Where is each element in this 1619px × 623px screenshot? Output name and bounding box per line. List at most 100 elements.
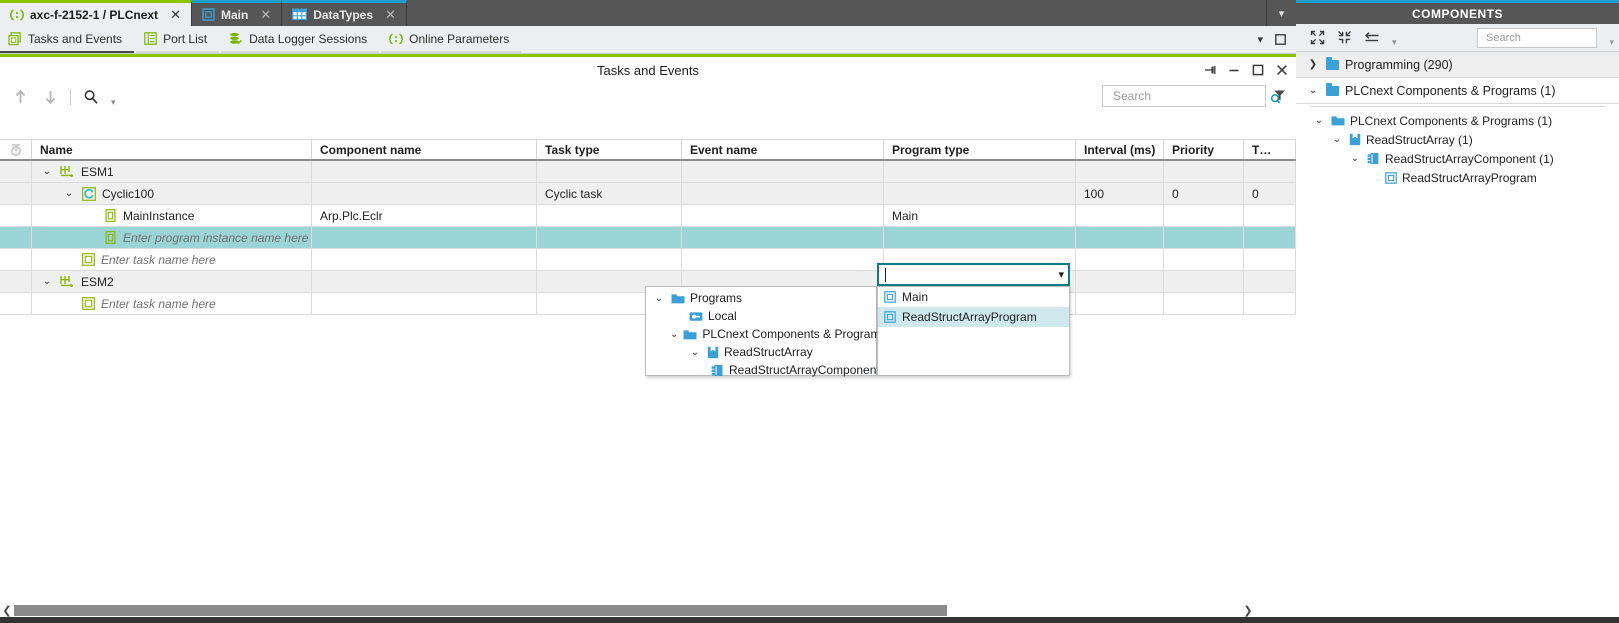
cell-component-name[interactable] [312, 227, 537, 249]
cell-event-name[interactable] [682, 227, 884, 249]
chevron-down-icon[interactable]: ⌄ [1306, 85, 1320, 96]
chevron-down-icon[interactable]: ⌄ [1312, 115, 1326, 126]
dropdown-option-main[interactable]: Main [878, 287, 1069, 307]
table-row[interactable]: Enter task name here [0, 249, 1296, 271]
search-icon[interactable] [81, 87, 101, 107]
subbar-chevron-down-icon[interactable]: ▾ [1257, 33, 1263, 46]
tree-popup-item[interactable]: ⌄ Programs [646, 289, 876, 307]
cell-truncated[interactable]: 0 [1244, 183, 1296, 205]
cell-interval[interactable] [1076, 249, 1164, 271]
cell-task-type[interactable] [537, 227, 682, 249]
cell-component-name[interactable] [312, 249, 537, 271]
components-toolbar-overflow-chevron-down-icon[interactable]: ▾ [1609, 37, 1614, 48]
tree-popup-item[interactable]: ⌄ ReadStructArray [646, 343, 876, 361]
cell-name[interactable]: ⌄ ESM2 [32, 271, 312, 293]
cell-truncated[interactable] [1244, 227, 1296, 249]
cell-event-name[interactable] [682, 205, 884, 227]
cell-program-type[interactable] [884, 183, 1076, 205]
tree-popup-item[interactable]: Local [646, 307, 876, 325]
search-filter-icon[interactable] [1270, 89, 1286, 104]
cell-priority[interactable] [1164, 227, 1244, 249]
row-gutter[interactable] [0, 293, 32, 315]
cell-priority[interactable] [1164, 249, 1244, 271]
minimize-icon[interactable] [1228, 64, 1240, 76]
components-tree-item[interactable]: ReadStructArrayProgram [1296, 168, 1619, 187]
cell-task-type[interactable] [537, 205, 682, 227]
tab-main[interactable]: Main ✕ [191, 0, 283, 26]
cell-program-type[interactable] [884, 161, 1076, 183]
scroll-right-arrow-icon[interactable]: ❯ [1241, 604, 1255, 617]
chevron-down-icon[interactable]: ⌄ [652, 293, 666, 304]
subtab-data-logger-sessions[interactable]: Data Logger Sessions [221, 26, 380, 53]
row-gutter[interactable] [0, 161, 32, 183]
scrollbar-thumb[interactable] [14, 604, 947, 616]
table-row[interactable]: ⌄ Cyclic100 Cyclic task 100 0 0 [0, 183, 1296, 205]
components-tree-item[interactable]: ⌄ ReadStructArrayComponent (1) [1296, 149, 1619, 168]
arrow-up-icon[interactable] [10, 87, 30, 107]
cell-interval[interactable]: 100 [1076, 183, 1164, 205]
subtab-tasks-and-events[interactable]: Tasks and Events [0, 26, 135, 53]
chevron-down-icon[interactable]: ⌄ [1348, 153, 1362, 164]
chevron-down-icon[interactable]: ⌄ [40, 166, 54, 177]
cell-truncated[interactable] [1244, 293, 1296, 315]
tree-popup-item[interactable]: ReadStructArrayComponent [646, 361, 880, 379]
cell-name[interactable]: Enter task name here [32, 293, 312, 315]
dropdown-option-readstructarrayprogram[interactable]: ReadStructArrayProgram [878, 307, 1069, 327]
cell-interval[interactable] [1076, 271, 1164, 293]
scrollbar-track[interactable] [14, 604, 1241, 616]
cell-priority[interactable] [1164, 271, 1244, 293]
components-node-programming[interactable]: ❯ Programming (290) [1296, 52, 1619, 78]
cell-component-name[interactable] [312, 293, 537, 315]
cell-component-name[interactable] [312, 161, 537, 183]
cell-interval[interactable] [1076, 205, 1164, 227]
table-row[interactable]: MainInstance Arp.Plc.Eclr Main [0, 205, 1296, 227]
row-gutter[interactable] [0, 249, 32, 271]
row-gutter[interactable] [0, 183, 32, 205]
cell-priority[interactable]: 0 [1164, 183, 1244, 205]
horizontal-scrollbar[interactable]: ❮ ❯ [0, 603, 1255, 617]
cell-event-name[interactable] [682, 249, 884, 271]
tab-datatypes[interactable]: DataTypes ✕ [282, 0, 407, 26]
program-tree-popup[interactable]: ⌄ Programs Local ⌄ PLCnext Components & Prog… [645, 286, 886, 379]
cell-program-type[interactable]: Main [884, 205, 1076, 227]
cell-event-name[interactable] [682, 161, 884, 183]
program-type-dropdown-list[interactable]: Main ReadStructArrayProgram [877, 286, 1070, 376]
cell-truncated[interactable] [1244, 271, 1296, 293]
collapse-all-icon[interactable] [1337, 30, 1352, 45]
row-gutter[interactable] [0, 205, 32, 227]
tab-close-icon[interactable]: ✕ [260, 7, 271, 23]
program-type-combobox[interactable]: ▾ [877, 263, 1070, 286]
cell-task-type[interactable]: Cyclic task [537, 183, 682, 205]
grid-header-priority[interactable]: Priority [1164, 140, 1244, 159]
chevron-down-icon[interactable]: ⌄ [40, 276, 54, 287]
toolbar-chevron-down-icon[interactable]: ▾ [111, 97, 116, 108]
components-tree-item[interactable]: ⌄ ReadStructArray (1) [1296, 130, 1619, 149]
subbar-restore-icon[interactable] [1275, 34, 1286, 45]
row-gutter[interactable] [0, 227, 32, 249]
sync-icon[interactable] [1364, 31, 1380, 45]
subtab-online-parameters[interactable]: Online Parameters [381, 26, 522, 53]
cell-program-type[interactable] [884, 227, 1076, 249]
cell-name[interactable]: ⌄ ESM1 [32, 161, 312, 183]
cell-truncated[interactable] [1244, 161, 1296, 183]
grid-header-interval[interactable]: Interval (ms) [1076, 140, 1164, 159]
chevron-down-icon[interactable]: ⌄ [1330, 134, 1344, 145]
cell-priority[interactable] [1164, 205, 1244, 227]
cell-name[interactable]: Enter task name here [32, 249, 312, 271]
chevron-right-icon[interactable]: ❯ [1306, 59, 1320, 70]
cell-name[interactable]: ⌄ Cyclic100 [32, 183, 312, 205]
chevron-down-icon[interactable]: ⌄ [62, 188, 76, 199]
maximize-icon[interactable] [1252, 64, 1264, 76]
cell-truncated[interactable] [1244, 249, 1296, 271]
cell-truncated[interactable] [1244, 205, 1296, 227]
chevron-down-icon[interactable]: ⌄ [670, 329, 678, 340]
grid-header-task-type[interactable]: Task type [537, 140, 682, 159]
components-search-box[interactable] [1477, 28, 1619, 48]
cell-interval[interactable] [1076, 227, 1164, 249]
chevron-down-icon[interactable]: ⌄ [688, 347, 702, 358]
cell-task-type[interactable] [537, 249, 682, 271]
cell-interval[interactable] [1076, 293, 1164, 315]
components-search-input[interactable] [1484, 31, 1619, 45]
close-icon[interactable] [1276, 64, 1288, 76]
cell-task-type[interactable] [537, 161, 682, 183]
